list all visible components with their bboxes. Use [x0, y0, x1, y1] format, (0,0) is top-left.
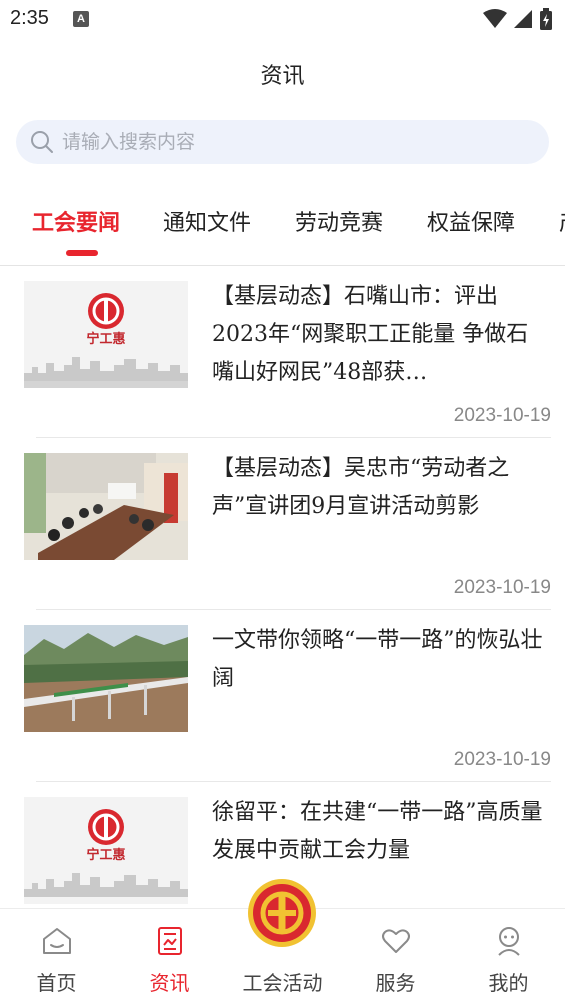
active-tab-indicator: [66, 250, 98, 256]
news-title[interactable]: 【基层动态】吴忠市“劳动者之声”宣讲团9月宣讲活动剪影: [212, 450, 550, 526]
nav-home[interactable]: 首页: [0, 909, 113, 1004]
nav-union-activities-label: 工会活动: [242, 971, 323, 995]
tab-rights-protection[interactable]: 权益保障: [427, 205, 515, 237]
news-item[interactable]: 一文带你领略“一带一路”的恢弘壮阔 2023-10-19: [0, 610, 565, 782]
news-thumbnail: [24, 625, 188, 732]
nav-news-label: 资讯: [149, 971, 190, 995]
nav-mine-label: 我的: [488, 971, 529, 995]
status-bar: 2:35 A: [0, 0, 565, 38]
nav-home-label: 首页: [36, 971, 77, 995]
logo-text: 宁工惠: [86, 847, 125, 863]
page-title: 资讯: [260, 64, 305, 89]
search-bar[interactable]: [16, 120, 549, 164]
heart-icon: [381, 929, 410, 953]
wifi-icon: [483, 9, 507, 28]
tab-labor-competition[interactable]: 劳动竞赛: [295, 205, 383, 237]
nav-mine[interactable]: 我的: [452, 909, 565, 1004]
status-notification-badge: A: [73, 11, 89, 27]
news-thumbnail: 宁工惠: [24, 281, 188, 388]
news-item[interactable]: 【基层动态】吴忠市“劳动者之声”宣讲团9月宣讲活动剪影 2023-10-19: [0, 438, 565, 610]
home-icon: [42, 928, 71, 954]
news-list[interactable]: 宁工惠 【基层动态】石嘴山市：评出2023年“网聚职工正能量 争做石嘴山好网民”…: [0, 266, 565, 908]
news-date: 2023-10-19: [453, 577, 551, 598]
nav-services-label: 服务: [375, 971, 416, 995]
nav-news[interactable]: 资讯: [113, 909, 226, 1004]
news-item[interactable]: 宁工惠 【基层动态】石嘴山市：评出2023年“网聚职工正能量 争做石嘴山好网民”…: [0, 266, 565, 438]
news-thumbnail: 宁工惠: [24, 797, 188, 904]
news-date: 2023-10-19: [453, 405, 551, 426]
battery-icon: [540, 8, 552, 30]
search-icon: [31, 131, 53, 153]
status-icons: [483, 8, 553, 30]
category-tabs: 工会要闻 通知文件 劳动竞赛 权益保障 产: [0, 205, 565, 265]
search-input[interactable]: [62, 131, 522, 153]
news-icon: [157, 927, 182, 955]
tab-union-news[interactable]: 工会要闻: [32, 205, 120, 237]
news-date: 2023-10-19: [453, 749, 551, 770]
nav-services[interactable]: 服务: [339, 909, 452, 1004]
news-title[interactable]: 【基层动态】石嘴山市：评出2023年“网聚职工正能量 争做石嘴山好网民”48部获…: [212, 278, 550, 392]
news-title[interactable]: 一文带你领略“一带一路”的恢弘壮阔: [212, 622, 550, 698]
tab-more[interactable]: 产: [559, 205, 565, 237]
tab-notices[interactable]: 通知文件: [163, 205, 251, 237]
news-thumbnail: [24, 453, 188, 560]
signal-icon: [514, 10, 532, 28]
profile-icon: [497, 927, 520, 956]
logo-text: 宁工惠: [86, 331, 125, 347]
union-emblem-icon[interactable]: [246, 877, 318, 949]
news-title[interactable]: 徐留平：在共建“一带一路”高质量发展中贡献工会力量: [212, 794, 550, 870]
status-time: 2:35: [10, 7, 49, 29]
